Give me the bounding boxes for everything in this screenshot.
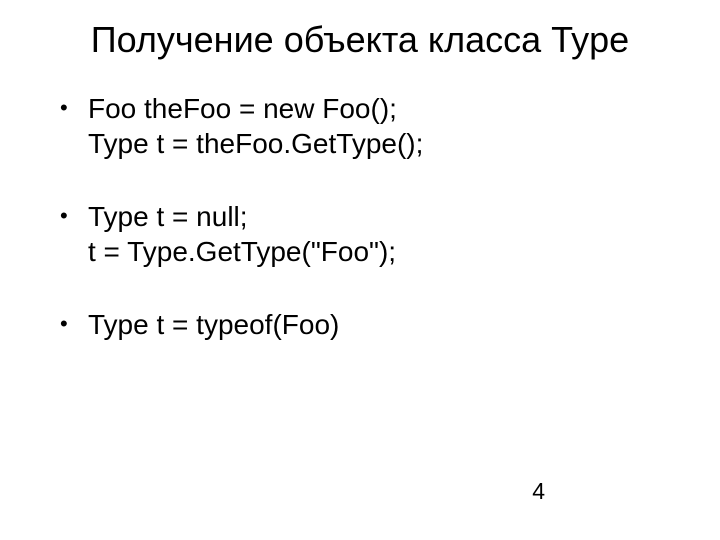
page-number: 4 [532, 478, 545, 505]
code-line: t = Type.GetType("Foo"); [88, 236, 396, 267]
list-item: Type t = null; t = Type.GetType("Foo"); [60, 199, 680, 269]
slide-title: Получение объекта класса Type [40, 18, 680, 61]
list-item: Foo theFoo = new Foo(); Type t = theFoo.… [60, 91, 680, 161]
bullet-list: Foo theFoo = new Foo(); Type t = theFoo.… [40, 91, 680, 342]
list-item: Type t = typeof(Foo) [60, 307, 680, 342]
code-line: Type t = typeof(Foo) [88, 309, 339, 340]
slide: Получение объекта класса Type Foo theFoo… [0, 0, 720, 540]
code-line: Type t = null; [88, 201, 248, 232]
code-line: Foo theFoo = new Foo(); [88, 93, 397, 124]
code-line: Type t = theFoo.GetType(); [88, 128, 423, 159]
